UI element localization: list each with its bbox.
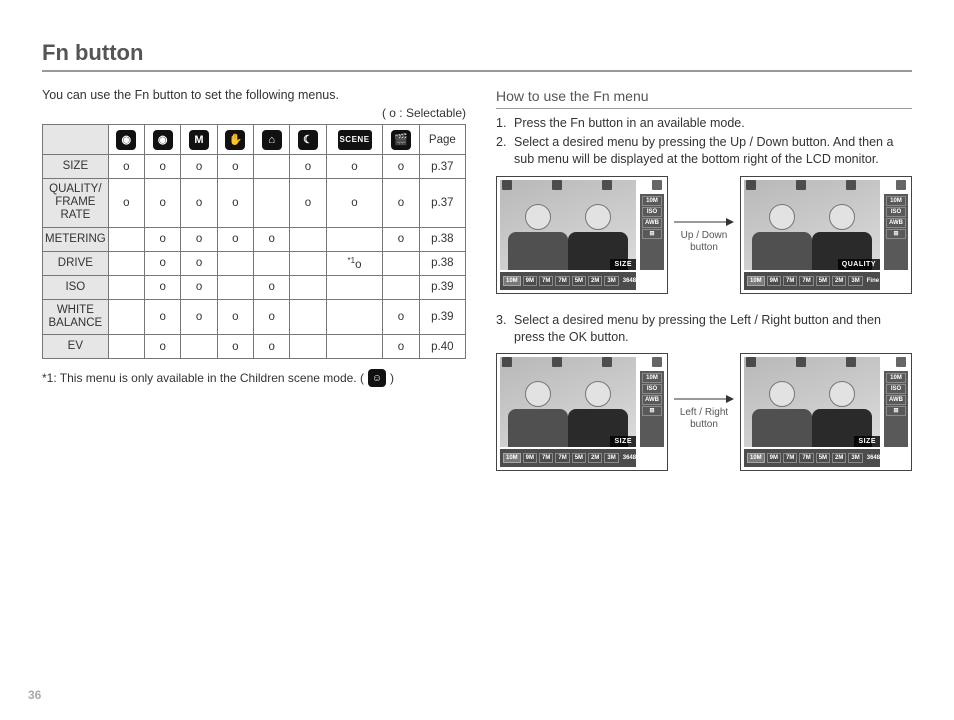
lcd-screenshot-after: 10MISOAWB⊞ SIZE 10M9M7M7M5M2M3M3648X2432 — [740, 353, 912, 471]
lcd-menu-label: SIZE — [610, 259, 636, 270]
screenshot-row-1: 10MISOAWB⊞ SIZE 10M9M7M7M5M2M3M3648X2736… — [496, 176, 912, 294]
lcd-bottombar: 10M9M7M7M5M2M3M3648X2432 — [744, 449, 880, 467]
photo-area — [500, 357, 636, 447]
table-header-row: ◉◉M✋⌂☾SCENE🎬Page — [43, 125, 466, 155]
table-row: QUALITY/ FRAME RATEooooooop.37 — [43, 179, 466, 228]
table-row: EVoooop.40 — [43, 335, 466, 359]
lcd-topbar — [744, 180, 908, 192]
row-label: EV — [43, 335, 109, 359]
table-row: ISOooop.39 — [43, 275, 466, 299]
mode-M-icon: M — [189, 130, 209, 150]
lcd-bottombar: 10M9M7M7M5M2M3MFine — [744, 272, 880, 290]
lcd-dimension-label: 3648X2736 — [621, 277, 656, 285]
mode-film-icon: 🎬 — [391, 130, 411, 150]
mode-camera-p-icon: ◉ — [153, 130, 173, 150]
row-label: WHITE BALANCE — [43, 299, 109, 334]
mode-SCENE-icon: SCENE — [338, 130, 372, 150]
howto-heading: How to use the Fn menu — [496, 88, 912, 109]
lcd-topbar — [500, 357, 664, 369]
page-number: 36 — [28, 688, 41, 702]
mode-camera-icon: ◉ — [116, 130, 136, 150]
arrow-leftright: Left / Right button — [674, 393, 734, 431]
lcd-topbar — [500, 180, 664, 192]
lcd-screenshot-size: 10MISOAWB⊞ SIZE 10M9M7M7M5M2M3M3648X2736 — [496, 176, 668, 294]
photo-area — [744, 180, 880, 270]
row-label: METERING — [43, 227, 109, 251]
left-column: You can use the Fn button to set the fol… — [42, 88, 466, 489]
lcd-bottombar: 10M9M7M7M5M2M3M3648X2736 — [500, 449, 636, 467]
lcd-bottombar: 10M9M7M7M5M2M3M3648X2736 — [500, 272, 636, 290]
lcd-menu-label: SIZE — [610, 436, 636, 447]
footnote: *1: This menu is only available in the C… — [42, 369, 466, 387]
photo-area — [744, 357, 880, 447]
lcd-topbar — [744, 357, 908, 369]
page-title: Fn button — [42, 40, 912, 72]
lcd-dimension-label: 3648X2736 — [621, 454, 656, 462]
right-column: How to use the Fn menu 1. Press the Fn b… — [496, 88, 912, 489]
lcd-rightbar: 10MISOAWB⊞ — [884, 371, 908, 447]
table-row: SIZEooooooop.37 — [43, 155, 466, 179]
two-column-layout: You can use the Fn button to set the fol… — [42, 88, 912, 489]
fn-menu-table: ◉◉M✋⌂☾SCENE🎬Page SIZEooooooop.37QUALITY/… — [42, 124, 466, 359]
mode-moon-icon: ☾ — [298, 130, 318, 150]
lcd-screenshot-quality: 10MISOAWB⊞ QUALITY 10M9M7M7M5M2M3MFine — [740, 176, 912, 294]
lcd-dimension-label: Fine — [865, 277, 881, 285]
footnote-close: ) — [390, 371, 394, 385]
step-2: 2. Select a desired menu by pressing the… — [496, 134, 912, 168]
lcd-rightbar: 10MISOAWB⊞ — [640, 194, 664, 270]
screenshot-row-2: 10MISOAWB⊞ SIZE 10M9M7M7M5M2M3M3648X2736… — [496, 353, 912, 471]
lcd-rightbar: 10MISOAWB⊞ — [640, 371, 664, 447]
table-row: DRIVEoo*1op.38 — [43, 251, 466, 275]
intro-text: You can use the Fn button to set the fol… — [42, 88, 466, 102]
mode-home-icon: ⌂ — [262, 130, 282, 150]
row-label: QUALITY/ FRAME RATE — [43, 179, 109, 228]
row-label: ISO — [43, 275, 109, 299]
children-scene-icon: ☺ — [368, 369, 386, 387]
table-row: WHITE BALANCEooooop.39 — [43, 299, 466, 334]
lcd-screenshot-before: 10MISOAWB⊞ SIZE 10M9M7M7M5M2M3M3648X2736 — [496, 353, 668, 471]
row-label: DRIVE — [43, 251, 109, 275]
footnote-text: *1: This menu is only available in the C… — [42, 371, 364, 385]
lcd-menu-label: QUALITY — [838, 259, 880, 270]
lcd-menu-label: SIZE — [854, 436, 880, 447]
photo-area — [500, 180, 636, 270]
step-3: 3. Select a desired menu by pressing the… — [496, 312, 912, 346]
arrow-updown: Up / Down button — [674, 216, 734, 254]
lcd-rightbar: 10MISOAWB⊞ — [884, 194, 908, 270]
lcd-dimension-label: 3648X2432 — [865, 454, 900, 462]
row-label: SIZE — [43, 155, 109, 179]
step-1: 1. Press the Fn button in an available m… — [496, 115, 912, 132]
table-row: METERINGooooop.38 — [43, 227, 466, 251]
legend-text: ( o : Selectable) — [42, 106, 466, 120]
mode-hand-icon: ✋ — [225, 130, 245, 150]
